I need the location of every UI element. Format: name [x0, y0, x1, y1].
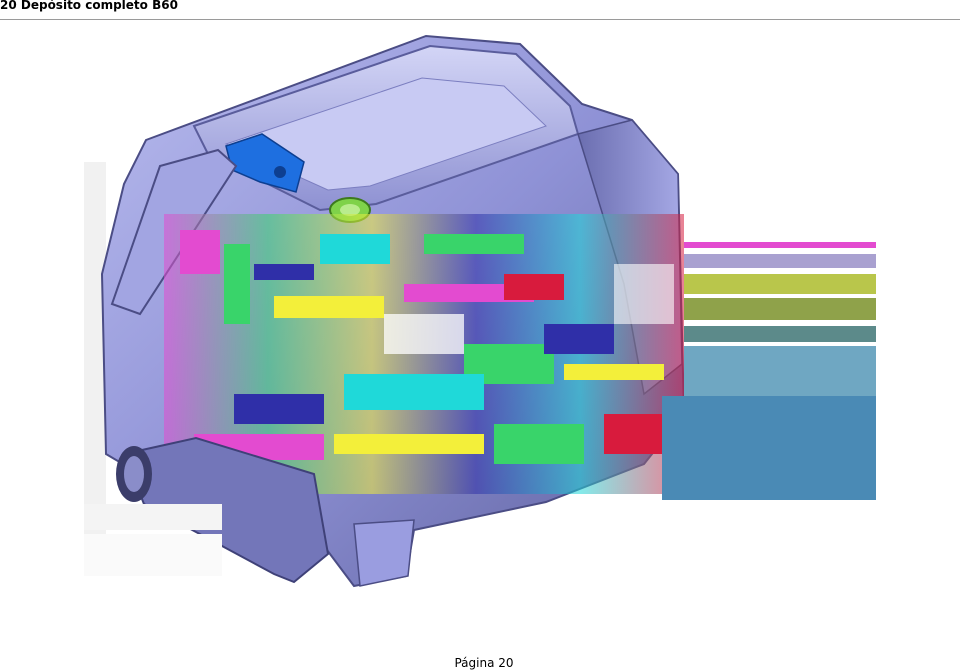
tank-foot [353, 519, 415, 587]
artifact-streak-olive [684, 274, 876, 294]
render-edge-band-bottom [84, 504, 222, 530]
artifact-streak-green [684, 298, 876, 320]
artifact-streak-pink [684, 242, 876, 248]
page-number: Página 20 [454, 656, 514, 670]
artifact-streak-lavender [684, 254, 876, 268]
render-edge-band-low [84, 534, 222, 576]
page-title: 20 Depósito completo B60 [0, 0, 178, 12]
artifact-streak-teal [684, 326, 876, 342]
blue-inlet-hole [274, 166, 286, 178]
tank-assembly-drawing [84, 34, 876, 588]
artifact-streak-light-blue [684, 346, 876, 396]
artifact-block-blue [662, 396, 876, 500]
motor-cap-inner [124, 456, 144, 492]
header-divider [0, 19, 960, 20]
